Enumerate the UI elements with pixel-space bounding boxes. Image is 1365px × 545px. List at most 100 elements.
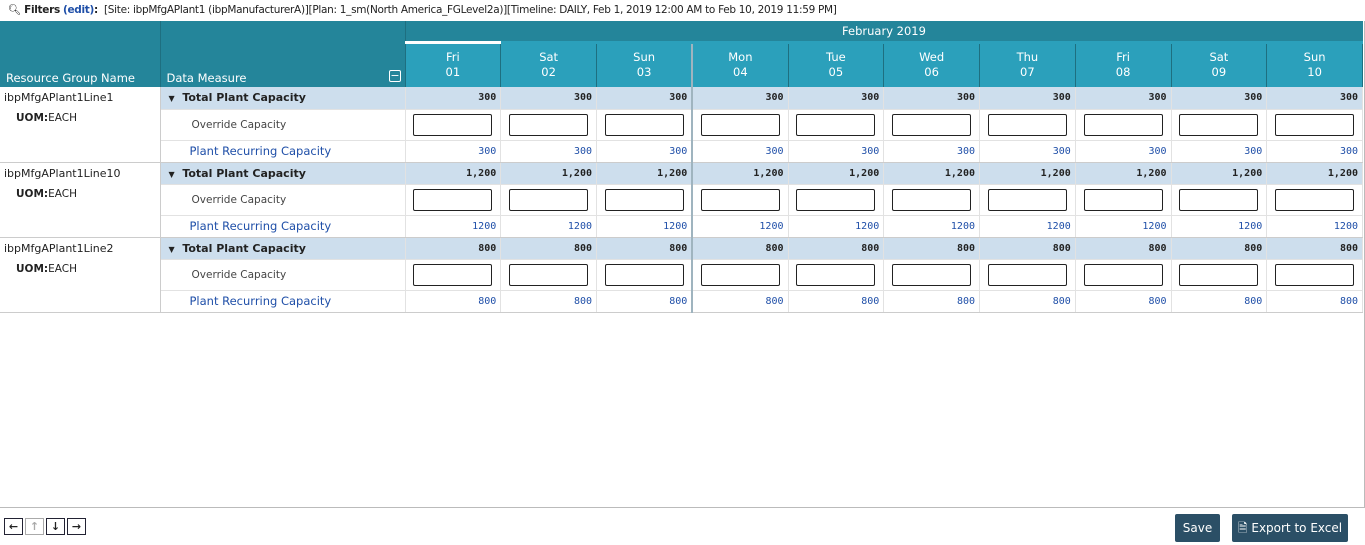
override-capacity-input[interactable] bbox=[413, 263, 493, 286]
override-cell[interactable] bbox=[979, 109, 1076, 141]
override-capacity-input[interactable] bbox=[1083, 263, 1163, 286]
day-header[interactable]: Sat 02 bbox=[500, 40, 597, 87]
day-header[interactable]: Sun 03 bbox=[596, 40, 693, 87]
table-row: ibpMfgAPlant1Line1 UOM:EACH ▼ Total Plant… bbox=[0, 87, 1363, 163]
override-cell[interactable] bbox=[788, 109, 885, 141]
override-cell[interactable] bbox=[788, 184, 885, 216]
override-capacity-input[interactable] bbox=[987, 263, 1067, 286]
override-capacity-input[interactable] bbox=[796, 113, 876, 136]
override-capacity-input[interactable] bbox=[987, 113, 1067, 136]
override-capacity-input[interactable] bbox=[700, 188, 780, 211]
override-capacity-input[interactable] bbox=[509, 188, 589, 211]
override-cell[interactable] bbox=[405, 109, 502, 141]
arrow-up-icon[interactable]: ↑ bbox=[25, 518, 44, 535]
caret-down-icon[interactable]: ▼ bbox=[169, 94, 175, 103]
override-capacity-input[interactable] bbox=[1275, 263, 1355, 286]
override-capacity-input[interactable] bbox=[892, 188, 972, 211]
override-cell[interactable] bbox=[1075, 109, 1172, 141]
override-cell[interactable] bbox=[1266, 259, 1363, 291]
override-capacity-input[interactable] bbox=[1275, 188, 1355, 211]
caret-down-icon[interactable]: ▼ bbox=[169, 245, 175, 254]
plant-recurring-capacity-link[interactable]: Plant Recurring Capacity bbox=[160, 140, 406, 163]
override-capacity-input[interactable] bbox=[413, 113, 493, 136]
override-capacity-input[interactable] bbox=[1179, 263, 1259, 286]
override-capacity-input[interactable] bbox=[796, 188, 876, 211]
override-cell[interactable] bbox=[1075, 184, 1172, 216]
day-of-week: Fri bbox=[1116, 50, 1130, 65]
override-capacity-input[interactable] bbox=[700, 113, 780, 136]
override-cell[interactable] bbox=[883, 184, 980, 216]
override-capacity-input[interactable] bbox=[1275, 113, 1355, 136]
override-cell[interactable] bbox=[1266, 184, 1363, 216]
override-cell[interactable] bbox=[691, 259, 789, 291]
day-of-week: Mon bbox=[728, 50, 753, 65]
override-capacity-input[interactable] bbox=[604, 113, 684, 136]
total-cell: 1,200 bbox=[1266, 162, 1363, 185]
total-plant-capacity-label[interactable]: ▼ Total Plant Capacity bbox=[160, 87, 406, 110]
day-of-week: Thu bbox=[1016, 50, 1039, 65]
day-of-week: Sun bbox=[1303, 50, 1326, 65]
save-button[interactable]: Save bbox=[1175, 514, 1220, 542]
override-capacity-input[interactable] bbox=[987, 188, 1067, 211]
override-cell[interactable] bbox=[500, 109, 597, 141]
override-capacity-input[interactable] bbox=[1083, 113, 1163, 136]
override-cell[interactable] bbox=[883, 259, 980, 291]
override-cell[interactable] bbox=[1171, 109, 1268, 141]
day-header[interactable]: Fri 01 bbox=[405, 40, 502, 87]
day-header[interactable]: Tue 05 bbox=[788, 40, 885, 87]
override-cell[interactable] bbox=[405, 259, 502, 291]
override-capacity-input[interactable] bbox=[892, 263, 972, 286]
override-cell[interactable] bbox=[1266, 109, 1363, 141]
edit-filters-link[interactable]: (edit) bbox=[63, 4, 94, 16]
day-header[interactable]: Fri 08 bbox=[1075, 40, 1172, 87]
override-capacity-input[interactable] bbox=[413, 188, 493, 211]
collapse-all-icon[interactable]: − bbox=[389, 70, 401, 82]
override-cell[interactable] bbox=[500, 259, 597, 291]
total-cell: 800 bbox=[1171, 237, 1268, 260]
day-header[interactable]: Mon 04 bbox=[691, 40, 789, 87]
day-header[interactable]: Sun 10 bbox=[1266, 40, 1363, 87]
override-cell[interactable] bbox=[979, 259, 1076, 291]
arrow-right-icon[interactable]: → bbox=[67, 518, 86, 535]
total-cell: 300 bbox=[788, 87, 885, 110]
override-cell[interactable] bbox=[596, 259, 693, 291]
override-capacity-input[interactable] bbox=[892, 113, 972, 136]
override-capacity-input[interactable] bbox=[604, 188, 684, 211]
total-plant-capacity-label[interactable]: ▼ Total Plant Capacity bbox=[160, 237, 406, 260]
override-capacity-input[interactable] bbox=[509, 113, 589, 136]
override-capacity-input[interactable] bbox=[796, 263, 876, 286]
total-cell: 300 bbox=[596, 87, 693, 110]
override-capacity-input[interactable] bbox=[1179, 113, 1259, 136]
table-row: Override Capacity bbox=[0, 259, 1363, 291]
arrow-left-icon[interactable]: ← bbox=[4, 518, 23, 535]
override-cell[interactable] bbox=[788, 259, 885, 291]
override-cell[interactable] bbox=[1171, 259, 1268, 291]
total-plant-capacity-label[interactable]: ▼ Total Plant Capacity bbox=[160, 162, 406, 185]
override-cell[interactable] bbox=[596, 109, 693, 141]
plant-recurring-capacity-link[interactable]: Plant Recurring Capacity bbox=[160, 290, 406, 313]
override-cell[interactable] bbox=[596, 184, 693, 216]
override-capacity-input[interactable] bbox=[1179, 188, 1259, 211]
day-header[interactable]: Sat 09 bbox=[1171, 40, 1268, 87]
override-cell[interactable] bbox=[1171, 184, 1268, 216]
total-cell: 800 bbox=[1266, 237, 1363, 260]
override-capacity-input[interactable] bbox=[604, 263, 684, 286]
override-cell[interactable] bbox=[691, 184, 789, 216]
caret-down-icon[interactable]: ▼ bbox=[169, 170, 175, 179]
override-cell[interactable] bbox=[405, 184, 502, 216]
override-capacity-input[interactable] bbox=[509, 263, 589, 286]
export-excel-button[interactable]: 🗎 Export to Excel bbox=[1232, 514, 1348, 542]
override-cell[interactable] bbox=[691, 109, 789, 141]
override-capacity-input[interactable] bbox=[1083, 188, 1163, 211]
plant-recurring-capacity-link[interactable]: Plant Recurring Capacity bbox=[160, 215, 406, 238]
override-cell[interactable] bbox=[500, 184, 597, 216]
total-cell: 1,200 bbox=[691, 162, 789, 185]
override-cell[interactable] bbox=[883, 109, 980, 141]
day-header[interactable]: Wed 06 bbox=[883, 40, 980, 87]
day-of-week: Sat bbox=[1209, 50, 1229, 65]
override-capacity-input[interactable] bbox=[700, 263, 780, 286]
day-header[interactable]: Thu 07 bbox=[979, 40, 1076, 87]
override-cell[interactable] bbox=[979, 184, 1076, 216]
arrow-down-icon[interactable]: ↓ bbox=[46, 518, 65, 535]
override-cell[interactable] bbox=[1075, 259, 1172, 291]
